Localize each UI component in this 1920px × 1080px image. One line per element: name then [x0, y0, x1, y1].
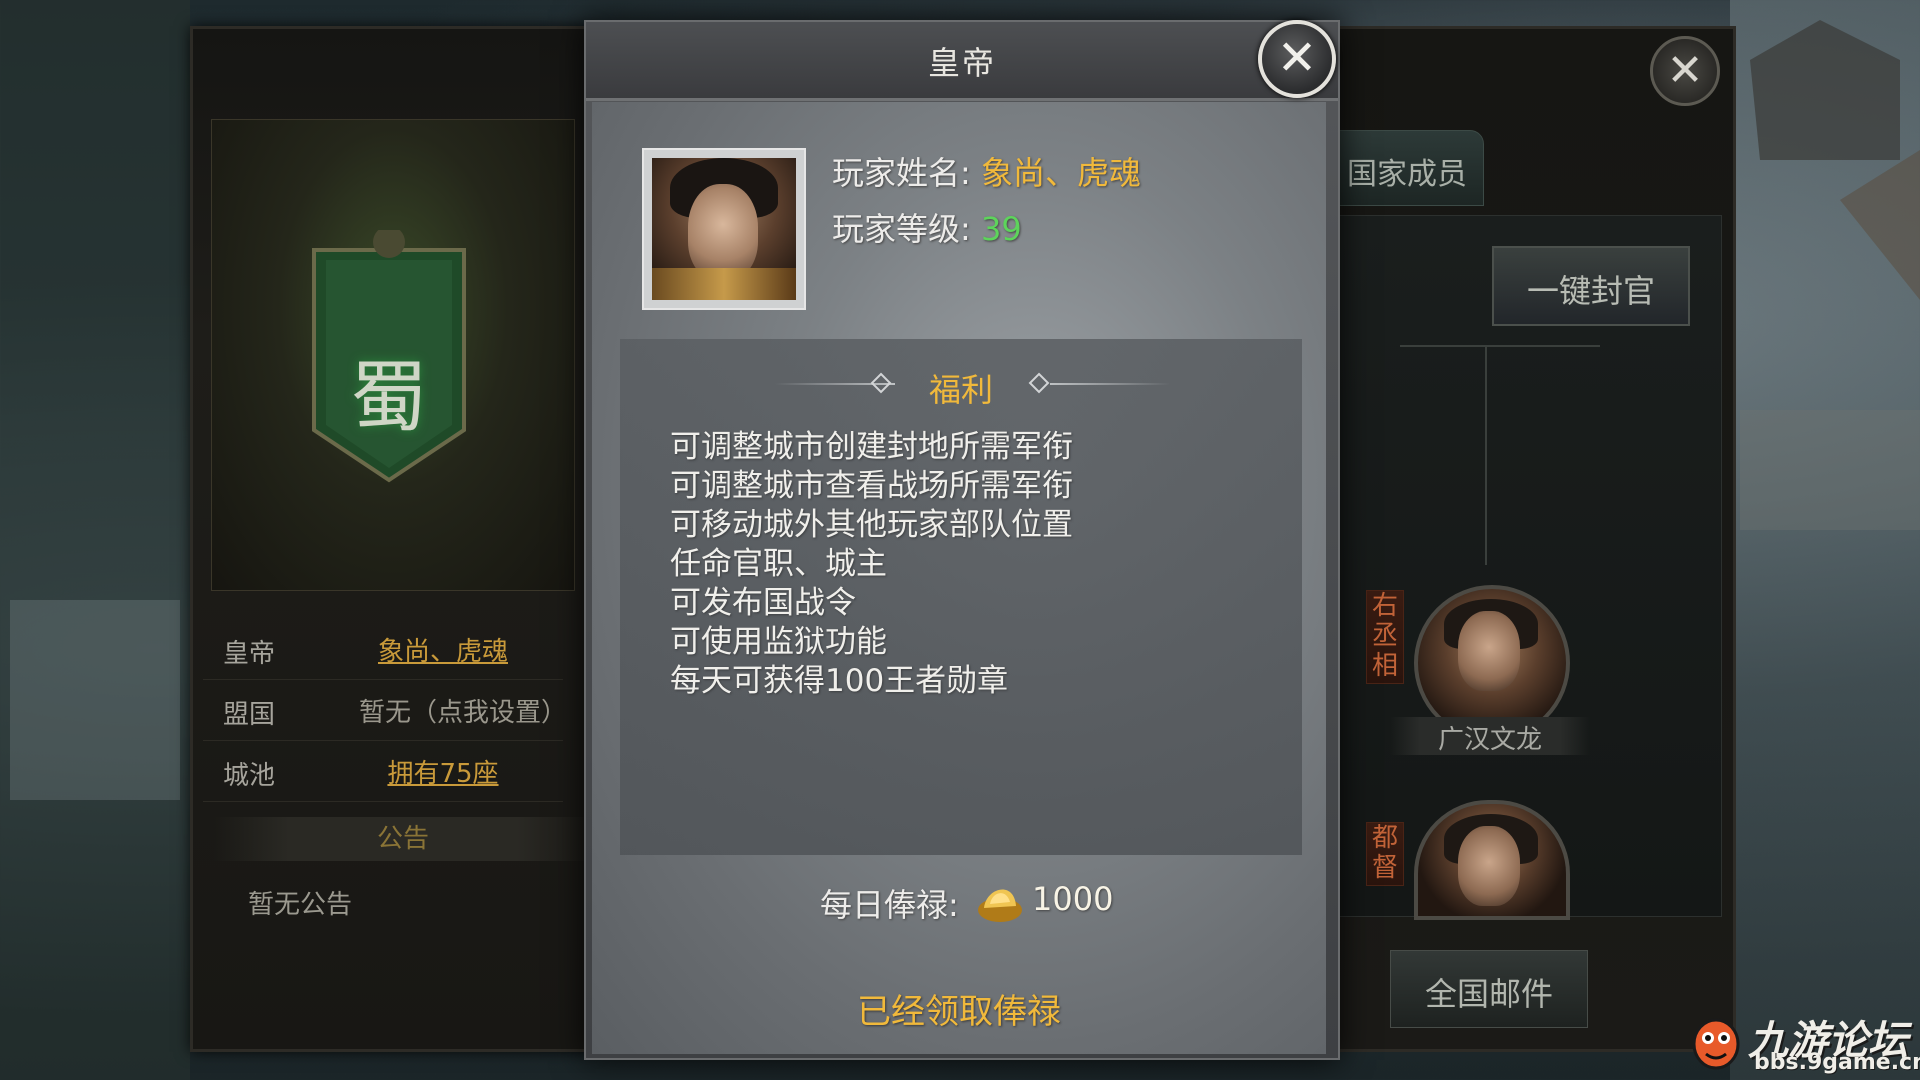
kingdom-emblem-area: 蜀	[211, 119, 575, 591]
dialog-header: 皇帝	[586, 22, 1338, 101]
player-name-value: 象尚、虎魂	[980, 154, 1141, 192]
player-level-label: 玩家等级:	[832, 210, 971, 248]
announcement-header: 公告	[213, 817, 593, 861]
nation-mail-button[interactable]: 全国邮件	[1390, 950, 1588, 1028]
tab-nation-members-label: 国家成员	[1347, 157, 1467, 192]
cities-label: 城池	[223, 761, 276, 791]
player-name-row: 玩家姓名: 象尚、虎魂	[832, 148, 1141, 194]
player-name-label: 玩家姓名:	[832, 154, 971, 192]
daily-salary-label: 每日俸禄:	[820, 886, 959, 924]
ally-label: 盟国	[223, 700, 276, 730]
kingdom-name: 蜀	[349, 353, 428, 443]
cities-link[interactable]: 拥有75座	[333, 753, 553, 790]
one-key-appoint-label: 一键封官	[1526, 272, 1655, 310]
gold-ingot-icon	[978, 889, 1022, 922]
forum-watermark: 九游论坛 bbs.9game.cn	[1690, 1010, 1920, 1080]
salary-claimed-status: 已经领取俸禄	[857, 992, 1061, 1032]
player-avatar	[642, 148, 806, 310]
announcement-title: 公告	[376, 824, 429, 854]
tree-connector	[1400, 345, 1600, 349]
close-icon: ✕	[1666, 45, 1704, 96]
player-level-row: 玩家等级: 39	[832, 204, 1022, 250]
right-panel-close-button[interactable]: ✕	[1650, 36, 1720, 106]
ally-row: 盟国 暂无（点我设置）	[203, 680, 567, 741]
benefits-box: 福利 可调整城市创建封地所需军衔 可调整城市查看战场所需军衔 可移动城外其他玩家…	[620, 339, 1302, 855]
mascot-logo-icon	[1692, 1018, 1740, 1070]
emperor-label: 皇帝	[223, 639, 276, 669]
benefits-title: 福利	[928, 371, 993, 409]
diamond-ornament-icon	[1028, 372, 1050, 394]
nation-info-rows: 皇帝 象尚、虎魂 盟国 暂无（点我设置） 城池 拥有75座	[203, 619, 567, 802]
official-title-right-chancellor: 右丞相	[1366, 590, 1404, 684]
dialog-close-button[interactable]: ✕	[1258, 20, 1336, 98]
daily-salary-value: 1000	[1032, 880, 1114, 918]
official-name: 广汉文龙	[1437, 725, 1542, 755]
close-icon: ✕	[1276, 30, 1318, 86]
dialog-title: 皇帝	[927, 44, 996, 82]
official-title-commander: 都督	[1366, 822, 1404, 886]
nation-mail-label: 全国邮件	[1424, 975, 1553, 1013]
benefit-item: 每天可获得100王者勋章	[670, 663, 1009, 699]
tab-nation-members[interactable]: 国家成员	[1330, 130, 1484, 206]
ally-set-link[interactable]: 暂无（点我设置）	[353, 692, 573, 729]
emperor-link[interactable]: 象尚、虎魂	[333, 631, 553, 668]
one-key-appoint-button[interactable]: 一键封官	[1492, 246, 1690, 326]
watermark-url: bbs.9game.cn	[1754, 1050, 1920, 1075]
emperor-row: 皇帝 象尚、虎魂	[203, 619, 563, 680]
announcement-text: 暂无公告	[248, 890, 353, 920]
player-level-value: 39	[980, 210, 1022, 248]
official-nameplate: 广汉文龙	[1390, 717, 1590, 755]
cities-row: 城池 拥有75座	[203, 741, 563, 802]
tree-connector	[1485, 345, 1489, 565]
nation-info-panel: 蜀 皇帝 象尚、虎魂 盟国 暂无（点我设置） 城池 拥有75座 公告 暂无公告	[190, 26, 596, 1052]
divider-right	[1050, 383, 1170, 385]
